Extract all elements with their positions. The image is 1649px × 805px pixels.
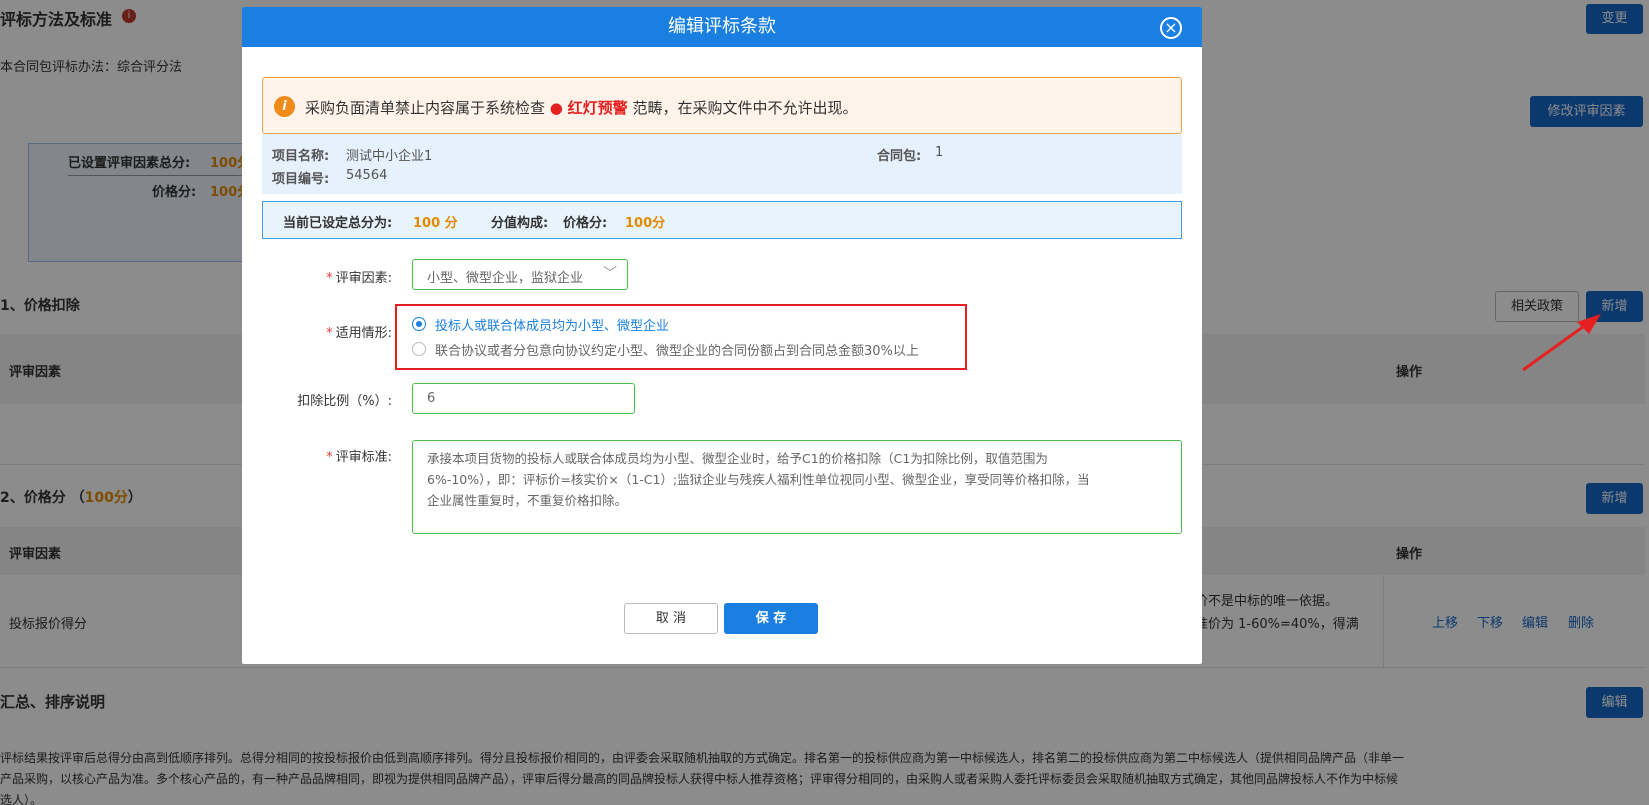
current-total-value: 100 分 [413, 216, 458, 231]
project-info: 项目名称: 测试中小企业1 合同包: 1 项目编号: 54564 [262, 134, 1182, 194]
warning-text: 采购负面清单禁止内容属于系统检查 ● 红灯预警 范畴，在采购文件中不允许出现。 [305, 99, 858, 117]
save-button[interactable]: 保 存 [724, 603, 818, 634]
deduction-input[interactable]: 6 [412, 383, 635, 414]
factor-select[interactable]: 小型、微型企业，监狱企业 ﹀ [412, 259, 628, 290]
warning-icon: i [274, 96, 295, 117]
warning-banner: i 采购负面清单禁止内容属于系统检查 ● 红灯预警 范畴，在采购文件中不允许出现… [262, 77, 1182, 134]
price-score-label: 价格分: [563, 216, 608, 231]
composition-label: 分值构成: [491, 216, 549, 231]
highlight-frame [395, 304, 967, 370]
annotation-arrow-icon [1522, 314, 1601, 372]
project-no-label: 项目编号: [272, 172, 330, 187]
red-light-icon: ● [549, 99, 563, 117]
score-summary: 当前已设定总分为: 100 分 分值构成: 价格分: 100分 [262, 201, 1182, 239]
standard-label: * 评审标准: [326, 450, 392, 465]
close-icon[interactable]: × [1160, 17, 1182, 39]
price-score-value: 100分 [625, 216, 666, 231]
chevron-down-icon: ﹀ [603, 266, 617, 282]
standard-textarea[interactable]: 承接本项目货物的投标人或联合体成员均为小型、微型企业时，给予C1的价格扣除（C1… [412, 440, 1182, 534]
project-name: 测试中小企业1 [346, 149, 433, 164]
current-total-label: 当前已设定总分为: [283, 216, 393, 231]
package-label: 合同包: [877, 149, 922, 164]
package-value: 1 [935, 145, 944, 160]
project-no: 54564 [346, 168, 388, 183]
modal-title: 编辑评标条款 [668, 16, 776, 37]
situation-label: * 适用情形: [326, 326, 392, 341]
warning-highlight: 红灯预警 [567, 99, 628, 117]
factor-label: * 评审因素: [326, 271, 392, 286]
cancel-button[interactable]: 取 消 [624, 603, 718, 634]
deduction-label: 扣除比例（%）: [297, 394, 392, 409]
project-name-label: 项目名称: [272, 149, 330, 164]
